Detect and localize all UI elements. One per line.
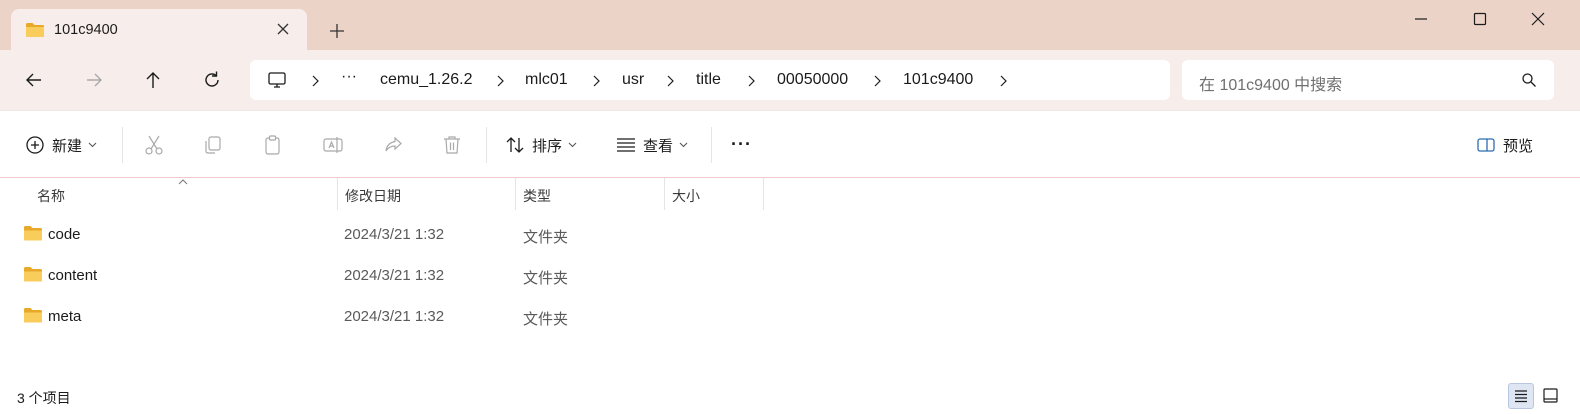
column-header-modified[interactable]: 修改日期	[345, 186, 401, 206]
tiles-view-icon	[1543, 388, 1558, 403]
file-type: 文件夹	[523, 270, 569, 287]
sort-ascending-icon	[178, 179, 188, 185]
search-input[interactable]: 在 101c9400 中搜索	[1182, 60, 1554, 100]
file-modified: 2024/3/21 1:32	[344, 226, 445, 243]
file-modified: 2024/3/21 1:32	[344, 267, 445, 284]
breadcrumb-item-00050000[interactable]: 00050000	[777, 71, 848, 89]
column-header-name[interactable]: 名称	[37, 186, 65, 206]
cut-icon[interactable]	[143, 134, 165, 156]
file-type: 文件夹	[523, 229, 569, 246]
more-label: ···	[731, 133, 752, 154]
column-divider[interactable]	[664, 178, 665, 210]
delete-icon[interactable]	[441, 134, 463, 156]
column-header-type[interactable]: 类型	[523, 186, 551, 206]
up-icon[interactable]	[142, 69, 164, 91]
new-label: 新建	[52, 137, 83, 155]
maximize-icon[interactable]	[1471, 10, 1489, 28]
chevron-right-icon[interactable]	[310, 75, 320, 87]
toolbar-divider	[711, 127, 712, 163]
preview-label: 预览	[1503, 137, 1534, 155]
sort-button[interactable]: 排序	[505, 133, 577, 157]
file-name[interactable]: content	[48, 267, 97, 284]
column-divider[interactable]	[337, 178, 338, 210]
file-row[interactable]: meta 2024/3/21 1:32 文件夹	[0, 298, 1580, 336]
search-icon[interactable]	[1521, 72, 1537, 88]
breadcrumb-item-title[interactable]: title	[696, 71, 721, 89]
close-icon[interactable]	[1529, 10, 1547, 28]
back-icon[interactable]	[23, 69, 45, 91]
navigation-bar: ··· cemu_1.26.2 mlc01 usr title 00050000…	[0, 50, 1580, 110]
refresh-icon[interactable]	[201, 69, 223, 91]
column-divider[interactable]	[515, 178, 516, 210]
chevron-down-icon	[88, 142, 97, 148]
chevron-down-icon	[568, 142, 577, 148]
preview-button[interactable]: 预览	[1476, 133, 1533, 157]
forward-icon[interactable]	[83, 69, 105, 91]
tab-title: 101c9400	[54, 22, 118, 38]
copy-icon[interactable]	[202, 134, 224, 156]
this-pc-icon[interactable]	[267, 70, 287, 90]
folder-icon	[24, 267, 42, 282]
breadcrumb-item-mlc01[interactable]: mlc01	[525, 71, 568, 89]
breadcrumb-overflow[interactable]: ···	[341, 68, 357, 86]
new-button[interactable]: 新建	[25, 133, 97, 157]
more-options-button[interactable]: ···	[731, 132, 752, 156]
folder-icon	[24, 226, 42, 241]
minimize-icon[interactable]	[1412, 10, 1430, 28]
search-placeholder: 在 101c9400 中搜索	[1199, 77, 1343, 94]
folder-icon	[26, 23, 44, 37]
command-bar: 新建 排序 查看 ··· 预览	[0, 110, 1580, 178]
details-view-button[interactable]	[1508, 383, 1534, 409]
tiles-view-button[interactable]	[1538, 383, 1564, 409]
chevron-right-icon[interactable]	[665, 75, 675, 87]
chevron-right-icon[interactable]	[998, 75, 1008, 87]
column-divider[interactable]	[763, 178, 764, 210]
item-count: 3 个项目	[17, 390, 71, 406]
sort-icon	[506, 137, 524, 153]
share-icon[interactable]	[382, 134, 404, 156]
chevron-right-icon[interactable]	[872, 75, 882, 87]
column-header-row: 名称 修改日期 类型 大小	[0, 178, 1580, 210]
new-tab-icon[interactable]	[328, 22, 346, 40]
details-view-icon	[1515, 390, 1527, 403]
view-list-icon	[617, 138, 635, 152]
address-bar[interactable]: ··· cemu_1.26.2 mlc01 usr title 00050000…	[250, 60, 1170, 100]
chevron-right-icon[interactable]	[591, 75, 601, 87]
toolbar-divider	[486, 127, 487, 163]
chevron-down-icon	[679, 142, 688, 148]
file-name[interactable]: meta	[48, 308, 81, 325]
chevron-right-icon[interactable]	[495, 75, 505, 87]
rename-icon[interactable]	[322, 134, 344, 156]
folder-icon	[24, 308, 42, 323]
breadcrumb-item-usr[interactable]: usr	[622, 71, 644, 89]
toolbar-divider	[122, 127, 123, 163]
breadcrumb-item-current[interactable]: 101c9400	[903, 71, 973, 89]
tab-close-icon[interactable]	[275, 21, 291, 37]
paste-icon[interactable]	[262, 134, 284, 156]
view-button[interactable]: 查看	[616, 133, 688, 157]
file-row[interactable]: code 2024/3/21 1:32 文件夹	[0, 216, 1580, 254]
file-row[interactable]: content 2024/3/21 1:32 文件夹	[0, 257, 1580, 295]
column-header-size[interactable]: 大小	[672, 186, 700, 206]
breadcrumb-item-cemu[interactable]: cemu_1.26.2	[380, 71, 473, 89]
chevron-right-icon[interactable]	[746, 75, 756, 87]
view-label: 查看	[643, 137, 674, 155]
sort-label: 排序	[532, 137, 563, 155]
tab-active[interactable]: 101c9400	[11, 9, 307, 50]
preview-pane-icon	[1477, 138, 1495, 152]
file-type: 文件夹	[523, 311, 569, 328]
file-modified: 2024/3/21 1:32	[344, 308, 445, 325]
add-circle-icon	[26, 136, 44, 154]
title-bar: 101c9400	[0, 0, 1580, 50]
file-name[interactable]: code	[48, 226, 81, 243]
